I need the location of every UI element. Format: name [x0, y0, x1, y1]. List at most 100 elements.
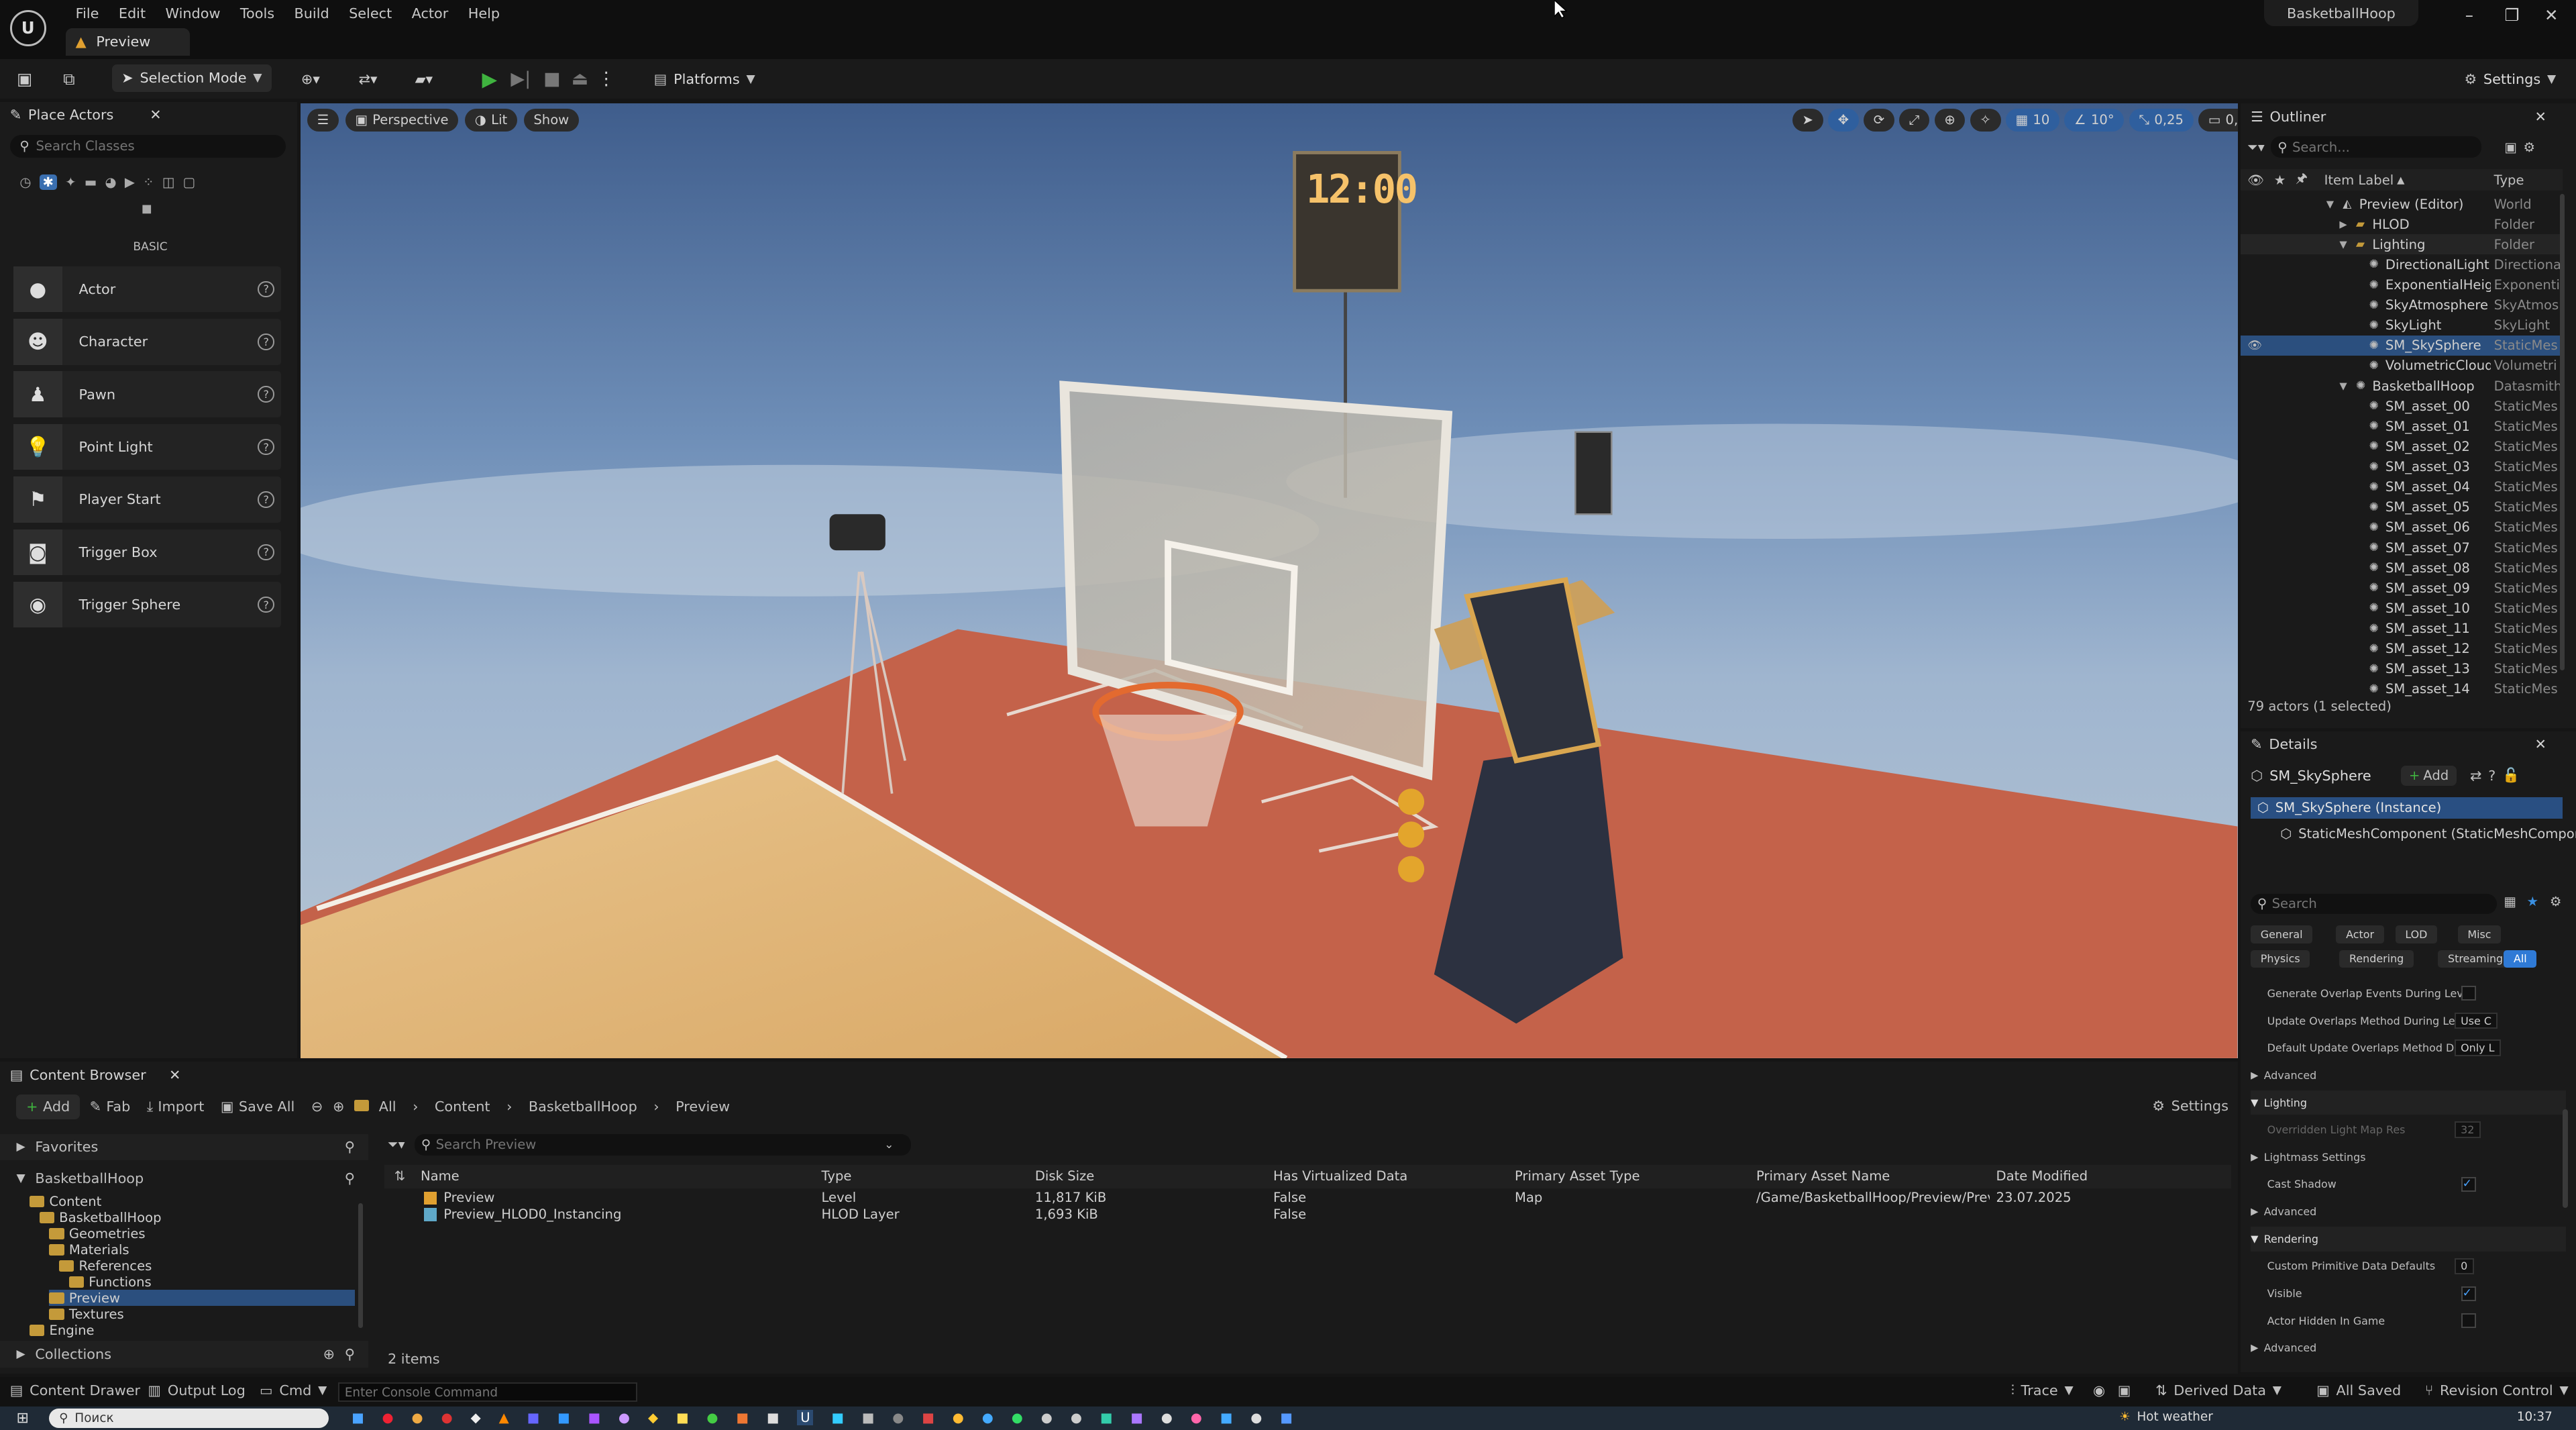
new-folder-icon[interactable]: ▣ [2504, 140, 2517, 155]
app-icon[interactable]: ■ [1100, 1410, 1113, 1425]
outliner-row[interactable]: ✺ SM_asset_03 StaticMes [2241, 457, 2559, 477]
more-options-icon[interactable]: ⋮ [597, 67, 615, 90]
menu-window[interactable]: Window [156, 5, 230, 21]
maximize-icon[interactable]: ❐ [2494, 3, 2530, 26]
asset-row[interactable]: Preview Level 11,817 KiB False Map/Game/Bask… [384, 1190, 2231, 1206]
blueprint-convert-icon[interactable]: ⇄ [2470, 768, 2481, 784]
outliner-row[interactable]: ✺ SkyLight SkyLight [2241, 315, 2559, 336]
category-button[interactable]: Misc [2457, 925, 2502, 943]
instance-row[interactable]: ⬡ SM_SkySphere (Instance) [2251, 797, 2563, 819]
settings-dropdown[interactable]: ⚙ Settings ▼ [2464, 66, 2556, 92]
category-button[interactable]: Physics [2251, 950, 2310, 968]
forward-icon[interactable]: ⊕ [333, 1099, 344, 1115]
category-button[interactable]: Rendering [2339, 950, 2414, 968]
surface-snap-icon[interactable]: ✧ [1970, 108, 2001, 132]
app-icon[interactable]: ■ [352, 1410, 364, 1425]
app-icon[interactable]: ■ [831, 1410, 844, 1425]
app-icon[interactable]: ■ [862, 1410, 875, 1425]
app-icon[interactable]: ● [1012, 1410, 1023, 1425]
outliner-row[interactable]: ✺ SM_asset_04 StaticMes [2241, 477, 2559, 497]
app-icon[interactable]: ● [619, 1410, 630, 1425]
search-icon[interactable]: ⚲ [345, 1346, 355, 1362]
table-view-icon[interactable]: ▦ [2504, 894, 2516, 909]
outliner-row[interactable]: ✺ SM_asset_07 StaticMes [2241, 538, 2559, 558]
app-icon[interactable]: ● [982, 1410, 994, 1425]
search-classes-field[interactable] [36, 138, 266, 154]
details-subsection[interactable]: ▶ Advanced [2251, 1063, 2566, 1088]
close-tab-icon[interactable]: ✕ [2535, 109, 2546, 125]
column-header[interactable]: Name [421, 1168, 460, 1184]
property-value[interactable]: 0 [2454, 1258, 2474, 1275]
category-button[interactable]: All [2504, 950, 2537, 968]
menu-edit[interactable]: Edit [109, 5, 156, 21]
help-icon[interactable]: ? [2488, 768, 2496, 784]
favorites-header[interactable]: ▶ Favorites ⚲ [0, 1133, 368, 1160]
column-options-icon[interactable]: ⇅ [394, 1168, 405, 1184]
expand-arrow-icon[interactable]: ▼ [2339, 239, 2347, 250]
all-classes-icon[interactable]: ▢ [183, 174, 196, 190]
collections-header[interactable]: ▶ Collections ⊕ ⚲ [0, 1341, 368, 1368]
tree-scrollbar[interactable] [358, 1203, 364, 1328]
record-icon[interactable]: ◉ [2093, 1382, 2105, 1398]
basic-icon[interactable]: ✱ [39, 174, 57, 190]
perspective-button[interactable]: ▣ Perspective [345, 108, 459, 132]
property-value[interactable]: Use C [2454, 1012, 2498, 1029]
actor-item-actor[interactable]: ● Actor ? [13, 266, 281, 313]
app-icon[interactable]: U [797, 1410, 814, 1426]
lock-icon[interactable]: 🔓 [2502, 767, 2520, 784]
category-button[interactable]: General [2251, 925, 2313, 943]
outliner-row[interactable]: ▼ ✺ BasketballHoop Datasmith [2241, 376, 2559, 396]
category-button[interactable]: Actor [2336, 925, 2384, 943]
project-root-header[interactable]: ▼ BasketballHoop ⚲ [0, 1167, 368, 1190]
outliner-search-field[interactable] [2292, 139, 2457, 155]
grid-snap-button[interactable]: ▦ 10 [2005, 108, 2059, 132]
app-icon[interactable]: ■ [676, 1410, 689, 1425]
asset-search-field[interactable] [435, 1137, 879, 1153]
output-log-button[interactable]: ▥ Output Log [148, 1382, 245, 1398]
help-icon[interactable]: ? [258, 438, 274, 456]
column-header[interactable]: Has Virtualized Data [1273, 1168, 1407, 1184]
details-subsection[interactable]: ▶ Lightmass Settings [2251, 1145, 2566, 1170]
app-icon[interactable]: ◆ [471, 1410, 481, 1425]
app-icon[interactable]: ● [953, 1410, 964, 1425]
add-button[interactable]: + Add [16, 1094, 80, 1119]
outliner-row[interactable]: 👁 ✺ SM_SkySphere StaticMes [2241, 335, 2560, 356]
more-category-icon[interactable]: ◼ [142, 201, 152, 216]
actor-item-trigger-sphere[interactable]: ◉ Trigger Sphere ? [13, 581, 281, 628]
details-property-row[interactable]: Overridden Light Map Res 32 [2251, 1117, 2566, 1142]
app-icon[interactable]: ● [1071, 1410, 1082, 1425]
menu-select[interactable]: Select [339, 5, 402, 21]
app-icon[interactable]: ■ [1280, 1410, 1293, 1425]
import-button[interactable]: ⤓ Import [147, 1099, 205, 1115]
app-icon[interactable]: ■ [1130, 1410, 1143, 1425]
app-icon[interactable]: ■ [557, 1410, 570, 1425]
outliner-row[interactable]: ✺ DirectionalLight Directiona [2241, 254, 2559, 274]
volumes-icon[interactable]: ⁘ [143, 174, 154, 190]
blueprint-icon[interactable]: ⇄▾ [348, 69, 388, 89]
folder-tree-item[interactable]: Functions [68, 1274, 152, 1290]
add-collection-icon[interactable]: ⊕ [323, 1346, 335, 1362]
menu-help[interactable]: Help [458, 5, 510, 21]
close-window-icon[interactable]: ✕ [2533, 3, 2569, 26]
stop-icon[interactable]: ■ [542, 67, 561, 90]
outliner-row[interactable]: ✺ SM_asset_00 StaticMes [2241, 396, 2559, 416]
unreal-logo-icon[interactable]: U [9, 9, 46, 46]
app-icon[interactable]: ● [412, 1410, 423, 1425]
actor-item-pawn[interactable]: ♟ Pawn ? [13, 371, 281, 418]
help-icon[interactable]: ? [258, 596, 274, 613]
outliner-row[interactable]: ✺ SM_asset_11 StaticMes [2241, 619, 2559, 639]
folder-tree-item[interactable]: Engine [30, 1322, 95, 1338]
app-icon[interactable]: ■ [1220, 1410, 1233, 1425]
platforms-dropdown[interactable]: ▤ Platforms ▼ [647, 66, 762, 92]
app-icon[interactable]: ● [1191, 1410, 1202, 1425]
outliner-row[interactable]: ✺ SkyAtmosphere SkyAtmos [2241, 295, 2559, 315]
app-icon[interactable]: ● [892, 1410, 904, 1425]
outliner-row[interactable]: ▼ ▰ Lighting Folder [2241, 234, 2560, 255]
app-icon[interactable]: ● [1161, 1410, 1173, 1425]
outliner-scrollbar[interactable] [2559, 193, 2565, 671]
cmd-dropdown[interactable]: ▭ Cmd ▼ [260, 1382, 327, 1398]
outliner-tab[interactable]: ☰ Outliner ✕ [2241, 103, 2576, 130]
outliner-row[interactable]: ✺ SM_asset_08 StaticMes [2241, 558, 2559, 578]
outliner-row[interactable]: ✺ SM_asset_05 StaticMes [2241, 497, 2559, 517]
app-icon[interactable]: ■ [736, 1410, 749, 1425]
